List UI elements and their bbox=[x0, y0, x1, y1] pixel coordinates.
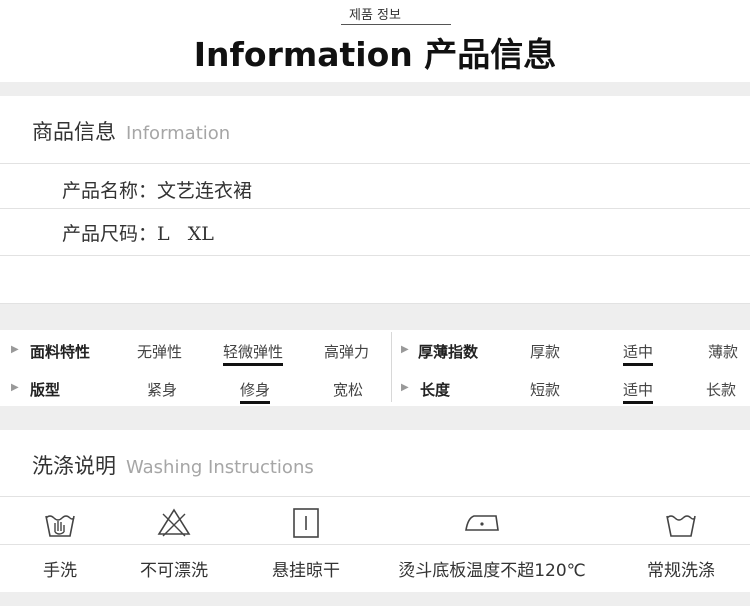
page-title: Information 产品信息 bbox=[193, 35, 557, 74]
hand-wash-icon bbox=[45, 515, 75, 537]
attr-label-thickness: 厚薄指数 bbox=[418, 343, 479, 361]
divider bbox=[0, 496, 750, 497]
attr-option-selected: 适中 bbox=[623, 379, 654, 404]
header-rule bbox=[341, 24, 451, 25]
normal-wash-icon bbox=[666, 515, 696, 537]
divider bbox=[0, 255, 750, 256]
wash-label-iron: 烫斗底板温度不超120℃ bbox=[398, 561, 586, 581]
arrow-icon: ▶ bbox=[11, 344, 19, 355]
attr-option: 无弹性 bbox=[137, 343, 183, 361]
arrow-icon: ▶ bbox=[401, 344, 409, 355]
no-bleach-icon bbox=[157, 508, 191, 537]
arrow-icon: ▶ bbox=[401, 382, 409, 393]
separator-band bbox=[0, 406, 750, 430]
product-name-line: 产品名称：文艺连衣裙 bbox=[62, 180, 253, 202]
attr-option: 厚款 bbox=[530, 343, 561, 361]
separator-band bbox=[0, 304, 750, 330]
attr-option-selected: 轻微弹性 bbox=[223, 341, 284, 366]
attributes-panel: ▶ 面料特性 无弹性 轻微弹性 高弹力 ▶ 版型 紧身 修身 宽松 ▶ 厚薄指数… bbox=[0, 330, 750, 406]
attr-option: 紧身 bbox=[147, 381, 178, 399]
attr-option: 短款 bbox=[530, 381, 561, 399]
wash-label-no-bleach: 不可漂洗 bbox=[140, 561, 208, 581]
hang-dry-icon bbox=[293, 508, 319, 538]
washing-subtitle: Washing Instructions bbox=[126, 457, 314, 478]
attr-option: 宽松 bbox=[333, 381, 364, 399]
attr-option: 薄款 bbox=[708, 343, 739, 361]
wash-label-normal: 常规洗涤 bbox=[647, 561, 715, 581]
washing-panel: 洗涤说明 Washing Instructions 手洗 不可漂洗 悬挂晾干 烫斗… bbox=[0, 430, 750, 592]
divider bbox=[0, 163, 750, 164]
iron-icon bbox=[465, 515, 499, 531]
product-info-heading: 商品信息 Information bbox=[32, 116, 230, 146]
wash-label-hang-dry: 悬挂晾干 bbox=[272, 561, 340, 581]
washing-heading: 洗涤说明 Washing Instructions bbox=[32, 450, 314, 480]
divider bbox=[0, 544, 750, 545]
header-small-label: 제품 정보 bbox=[349, 8, 401, 23]
wash-label-hand: 手洗 bbox=[43, 561, 77, 581]
attr-option: 高弹力 bbox=[324, 343, 370, 361]
column-divider bbox=[391, 332, 392, 402]
attr-label-fabric: 面料特性 bbox=[30, 343, 91, 361]
divider bbox=[0, 208, 750, 209]
attr-option-selected: 修身 bbox=[240, 379, 271, 404]
attr-option: 长款 bbox=[706, 381, 737, 399]
separator-band bbox=[0, 592, 750, 606]
arrow-icon: ▶ bbox=[11, 382, 19, 393]
attr-option-selected: 适中 bbox=[623, 341, 654, 366]
washing-title: 洗涤说明 bbox=[32, 454, 116, 478]
attr-label-length: 长度 bbox=[420, 381, 451, 399]
product-size-line: 产品尺码：L XL bbox=[62, 223, 214, 245]
attr-label-fit: 版型 bbox=[30, 381, 61, 399]
product-info-title: 商品信息 bbox=[32, 120, 116, 144]
product-info-panel: 商品信息 Information 产品名称：文艺连衣裙 产品尺码：L XL bbox=[0, 96, 750, 304]
separator-band bbox=[0, 82, 750, 96]
product-info-subtitle: Information bbox=[126, 123, 231, 144]
page-header: 제품 정보 Information 产品信息 bbox=[0, 0, 750, 82]
